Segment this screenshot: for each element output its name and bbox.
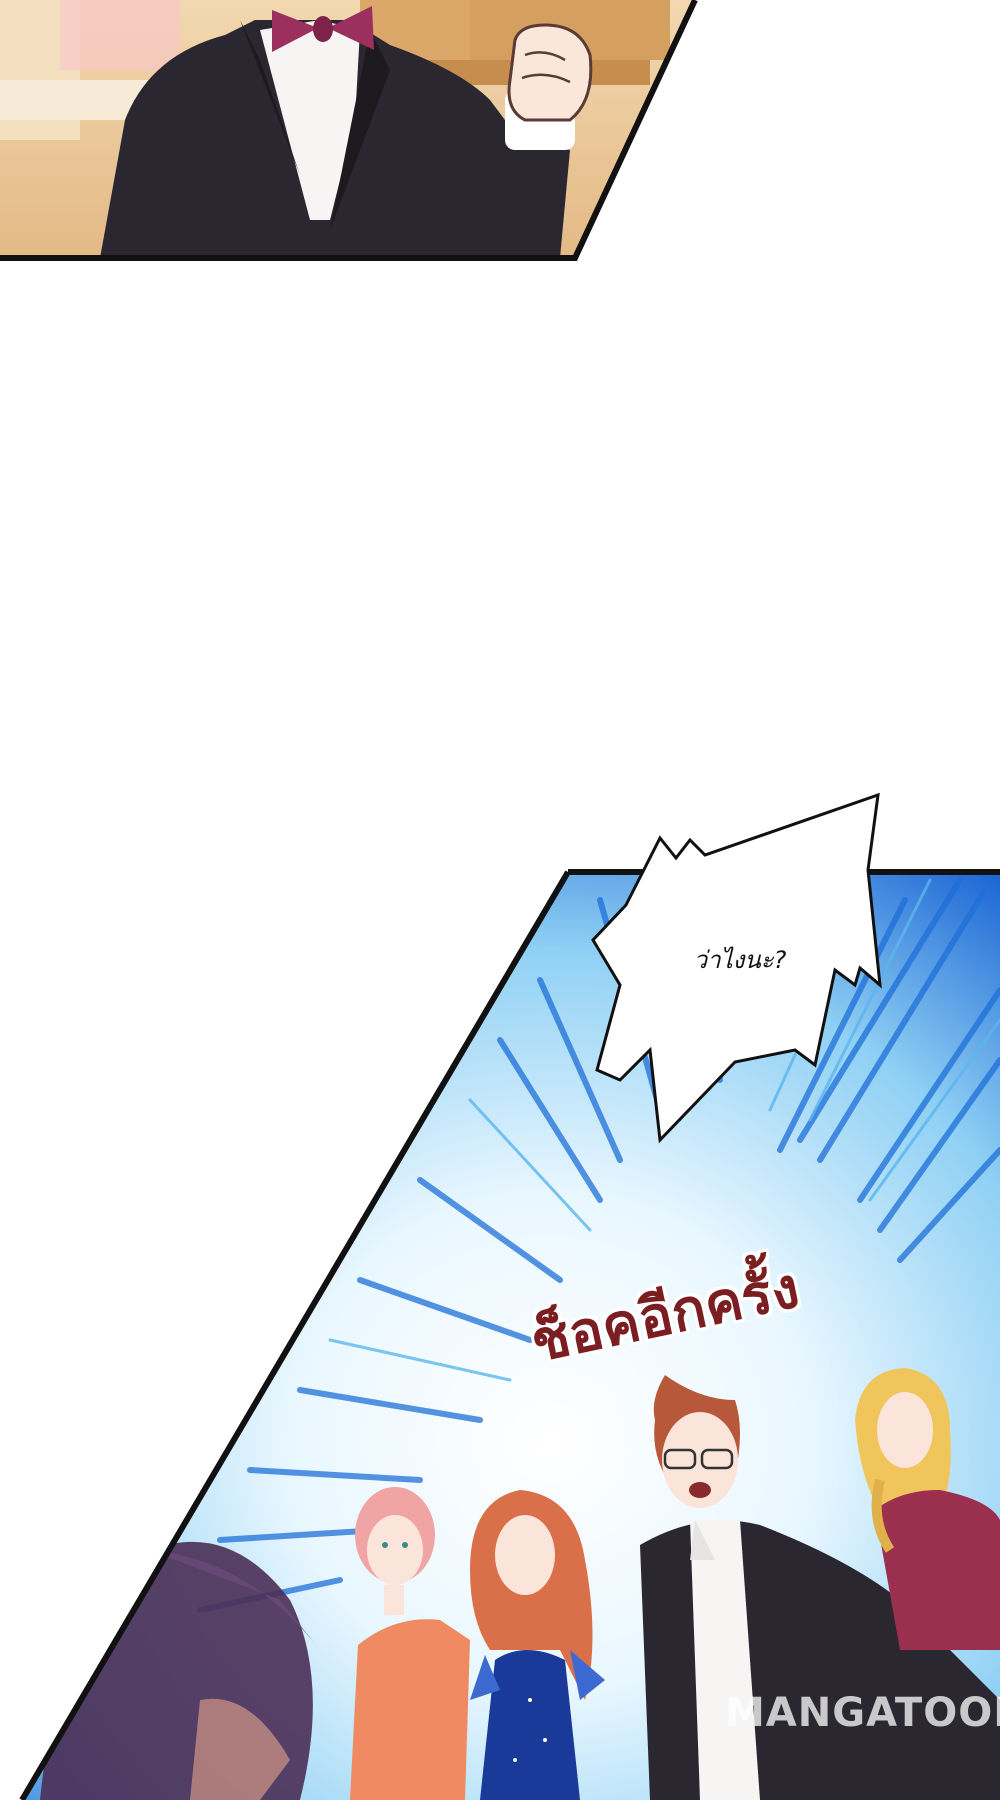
watermark-logo: MANGATOON [725,1690,1000,1736]
speech-bubble-text: ว่าไงนะ? [693,946,787,974]
comic-page: ว่าไงนะ? ช็อคอีกครั้ง MANGATOON [0,0,1000,1802]
comic-artwork [0,0,1000,1802]
